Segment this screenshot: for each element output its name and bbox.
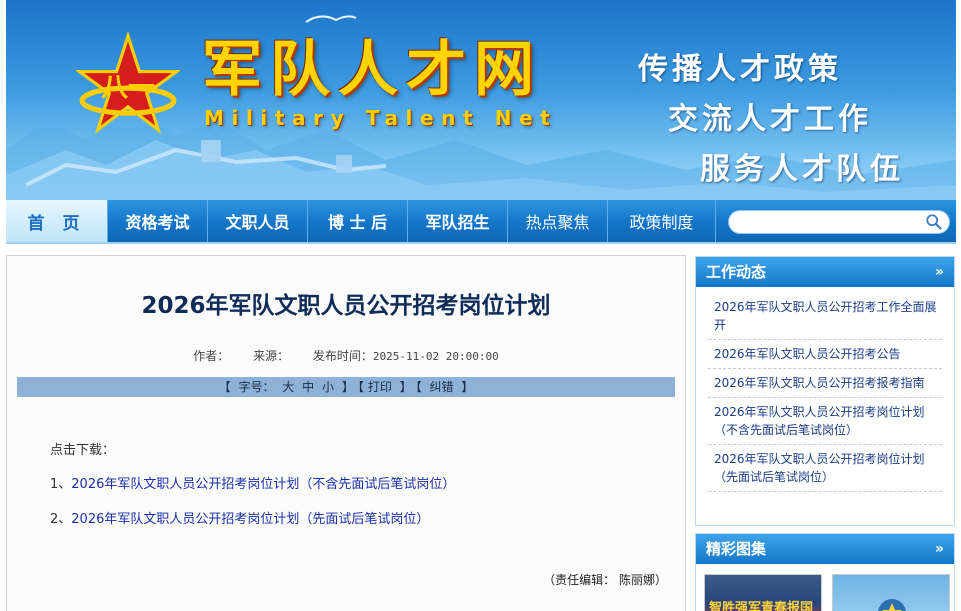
article-title: 2026年军队文职人员公开招考岗位计划 bbox=[141, 293, 551, 319]
download-link-1[interactable]: 2026年军队文职人员公开招考岗位计划（不含先面试后笔试岗位） bbox=[71, 477, 455, 492]
gallery-header: 精彩图集 » bbox=[696, 534, 954, 564]
more-arrow-icon[interactable]: » bbox=[935, 257, 944, 287]
work-news-title: 工作动态 bbox=[706, 263, 767, 281]
nav-postdoc[interactable]: 博 士 后 bbox=[308, 200, 408, 242]
slogan-2: 交流人才工作 bbox=[668, 102, 872, 137]
bracket-open: 【 bbox=[218, 380, 231, 394]
nav-hot-topics[interactable]: 热点聚焦 bbox=[508, 200, 608, 242]
report-error-link[interactable]: 纠错 bbox=[430, 380, 454, 394]
download-label: 点击下载： bbox=[50, 443, 116, 458]
search-icon[interactable] bbox=[925, 213, 943, 231]
news-item[interactable]: 2026年军队文职人员公开招考报考指南 bbox=[708, 369, 942, 398]
download-item-number: 1、 bbox=[50, 477, 72, 492]
responsible-editor: （责任编辑： 陈丽娜） bbox=[543, 573, 667, 587]
slogan-3: 服务人才队伍 bbox=[700, 152, 904, 187]
nav-policy[interactable]: 政策制度 bbox=[608, 200, 716, 242]
publish-time: 发布时间：2025-11-02 20:00:00 bbox=[313, 349, 499, 363]
font-size-small-link[interactable]: 小 bbox=[322, 380, 334, 394]
article-meta: 作者： 来源： 发布时间：2025-11-02 20:00:00 bbox=[7, 347, 685, 364]
download-item: 2、2026年军队文职人员公开招考岗位计划（先面试后笔试岗位） bbox=[50, 508, 455, 527]
work-news-header: 工作动态 » bbox=[696, 257, 954, 287]
gallery-thumbnail[interactable]: 智胜强军青春报国 bbox=[704, 574, 822, 611]
search-box bbox=[728, 210, 950, 234]
nav-civilian-staff[interactable]: 文职人员 bbox=[208, 200, 308, 242]
download-link-2[interactable]: 2026年军队文职人员公开招考岗位计划（先面试后笔试岗位） bbox=[71, 512, 429, 527]
font-size-medium-link[interactable]: 中 bbox=[302, 380, 314, 394]
news-item[interactable]: 2026年军队文职人员公开招考工作全面展开 bbox=[708, 293, 942, 340]
svg-text:八一: 八一 bbox=[101, 72, 155, 103]
slogan-1: 传播人才政策 bbox=[638, 52, 842, 87]
more-arrow-icon[interactable]: » bbox=[935, 534, 944, 564]
article-panel: 2026年军队文职人员公开招考岗位计划 作者： 来源： 发布时间：2025-11… bbox=[6, 255, 686, 611]
header-banner: 八一 军队人才网 Military Talent Net 传播人才政策 交流人才… bbox=[6, 0, 956, 200]
search-input[interactable] bbox=[729, 211, 919, 234]
work-news-panel: 工作动态 » 2026年军队文职人员公开招考工作全面展开 2026年军队文职人员… bbox=[695, 256, 955, 526]
source-label: 来源： bbox=[253, 349, 290, 363]
publish-time-value: 2025-11-02 20:00:00 bbox=[372, 350, 499, 363]
download-item-number: 2、 bbox=[50, 512, 72, 527]
article-toolbar: 【 字号： 大 中 小 】【打印 】【 纠错 】 bbox=[17, 377, 675, 397]
nav-qualification-exam[interactable]: 资格考试 bbox=[108, 200, 208, 242]
author-label: 作者： bbox=[193, 349, 230, 363]
font-size-label: 字号： bbox=[238, 380, 275, 394]
article-content: 点击下载： 1、2026年军队文职人员公开招考岗位计划（不含先面试后笔试岗位） … bbox=[50, 439, 455, 543]
news-item[interactable]: 2026年军队文职人员公开招考公告 bbox=[708, 340, 942, 369]
red-star-logo-icon: 八一 bbox=[76, 32, 180, 134]
publish-time-label: 发布时间： bbox=[312, 349, 373, 363]
site-subtitle: Military Talent Net bbox=[204, 106, 558, 130]
bracket-close: 】 bbox=[341, 380, 354, 394]
news-item[interactable]: 2026年军队文职人员公开招考岗位计划（先面试后笔试岗位） bbox=[708, 445, 942, 492]
font-size-large-link[interactable]: 大 bbox=[282, 380, 294, 394]
work-news-list: 2026年军队文职人员公开招考工作全面展开 2026年军队文职人员公开招考公告 … bbox=[696, 287, 954, 492]
bracket-open: 【 bbox=[357, 380, 364, 394]
nav-military-enrollment[interactable]: 军队招生 bbox=[408, 200, 508, 242]
thumbnail-caption: 智胜强军青春报国 bbox=[709, 601, 814, 611]
gallery-thumbnails: 智胜强军青春报国 bbox=[704, 574, 950, 611]
nav-home[interactable]: 首 页 bbox=[6, 200, 108, 242]
site-title: 军队人才网 bbox=[202, 35, 542, 105]
gallery-title: 精彩图集 bbox=[706, 540, 767, 558]
download-item: 1、2026年军队文职人员公开招考岗位计划（不含先面试后笔试岗位） bbox=[50, 473, 455, 492]
gallery-thumbnail[interactable] bbox=[832, 574, 950, 611]
gallery-panel: 精彩图集 » 智胜强军青春报国 bbox=[695, 533, 955, 611]
news-item[interactable]: 2026年军队文职人员公开招考岗位计划（不含先面试后笔试岗位） bbox=[708, 398, 942, 445]
main-nav: 首 页 资格考试 文职人员 博 士 后 军队招生 热点聚焦 政策制度 bbox=[6, 200, 956, 244]
bracket-close: 】 bbox=[461, 380, 474, 394]
bracket-close: 】 bbox=[399, 380, 412, 394]
print-link[interactable]: 打印 bbox=[368, 380, 392, 394]
emblem-icon bbox=[878, 599, 906, 611]
bracket-open: 【 bbox=[415, 380, 422, 394]
